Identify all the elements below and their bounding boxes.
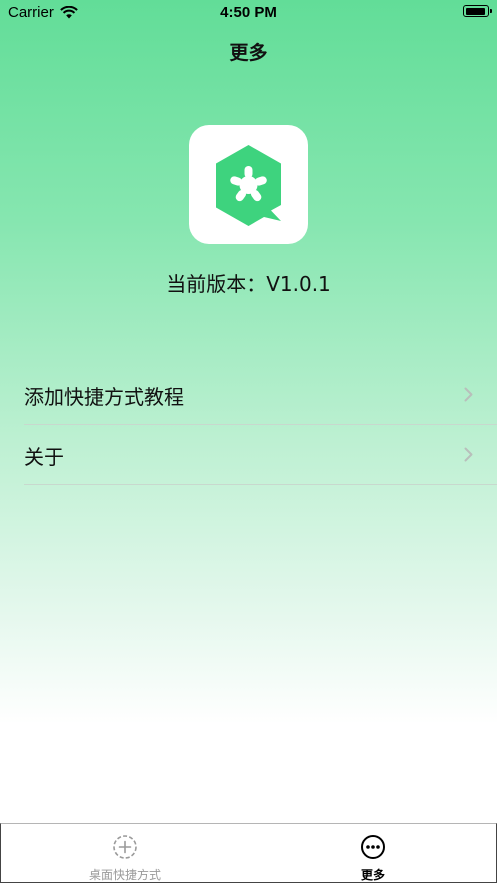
tab-bar: 桌面快捷方式 更多 — [0, 823, 497, 883]
menu-item-about[interactable]: 关于 — [24, 425, 497, 485]
tab-more[interactable]: 更多 — [249, 824, 497, 882]
app-logo-icon — [216, 145, 281, 226]
tab-label: 更多 — [360, 868, 385, 882]
menu-list: 添加快捷方式教程 关于 — [24, 365, 497, 485]
menu-item-label: 关于 — [24, 445, 64, 469]
version-info: 当前版本：V1.0.1 — [0, 268, 497, 297]
chevron-right-icon — [464, 447, 473, 462]
status-time: 4:50 PM — [220, 4, 277, 21]
version-value: V1.0.1 — [266, 272, 331, 296]
page-title: 更多 — [229, 42, 268, 64]
status-bar: Carrier 4:50 PM — [0, 0, 497, 26]
tab-label: 桌面快捷方式 — [88, 868, 161, 882]
tab-desktop-shortcut[interactable]: 桌面快捷方式 — [1, 824, 249, 882]
menu-item-label: 添加快捷方式教程 — [24, 385, 184, 409]
app-logo — [189, 125, 308, 244]
menu-item-shortcut-tutorial[interactable]: 添加快捷方式教程 — [24, 365, 497, 425]
version-label: 当前版本： — [166, 272, 267, 296]
chevron-right-icon — [464, 387, 473, 402]
battery-icon — [463, 5, 492, 17]
add-circle-dashed-icon — [113, 835, 137, 859]
more-circle-icon — [361, 835, 385, 859]
